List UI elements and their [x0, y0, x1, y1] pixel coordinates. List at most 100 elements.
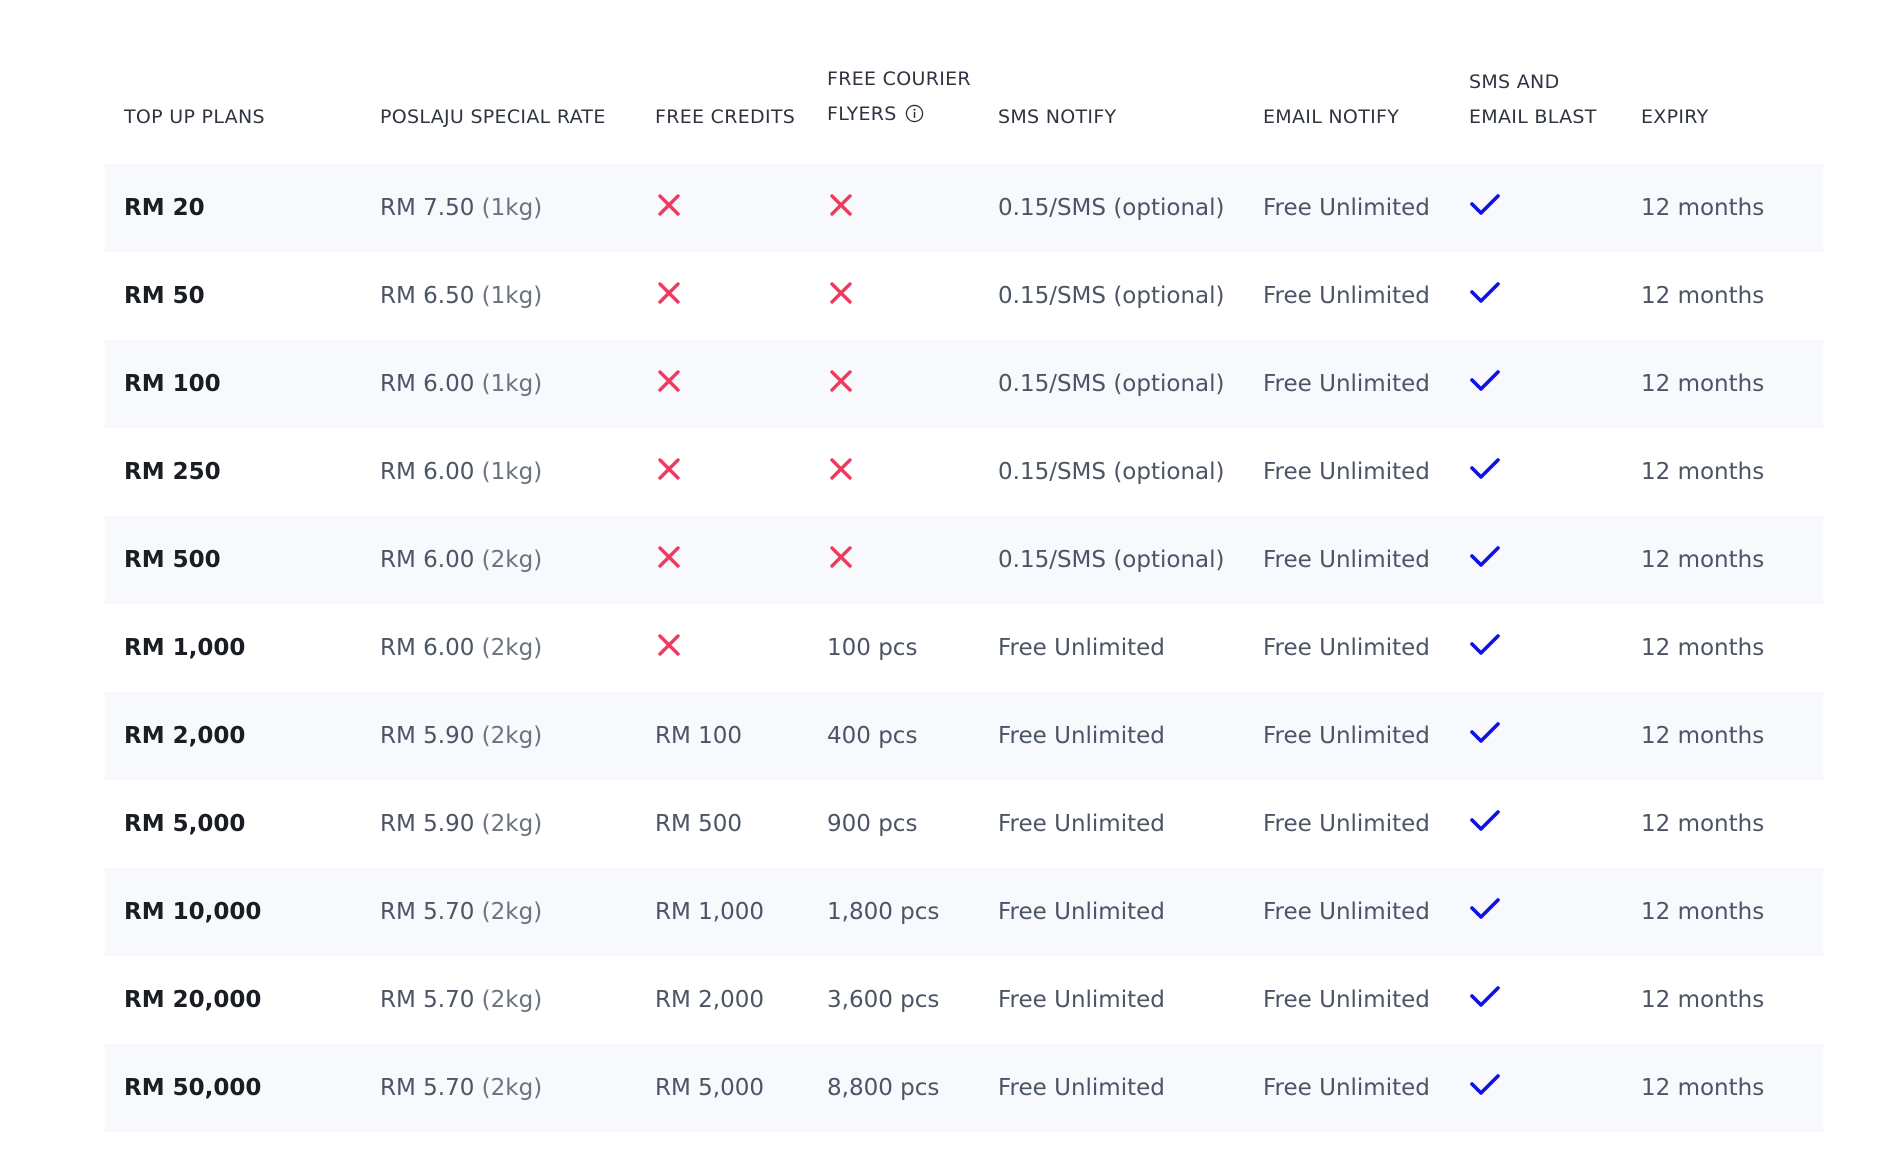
expiry-cell: 12 months: [1641, 811, 1765, 837]
sms-notify-cell: Free Unlimited: [998, 723, 1165, 749]
free-credits-cell: RM 1,000: [655, 899, 764, 925]
plan-cell: RM 100: [124, 371, 221, 397]
check-icon: [1469, 279, 1501, 313]
email-notify-cell: Free Unlimited: [1263, 635, 1430, 661]
blast-cell: [1450, 279, 1622, 313]
rate-value: RM 5.70: [380, 987, 475, 1013]
rate-value: RM 6.00: [380, 371, 475, 397]
check-icon: [1469, 983, 1501, 1017]
sms-notify-cell: Free Unlimited: [998, 1075, 1165, 1101]
check-icon: [1469, 455, 1501, 489]
rate-cell: RM 5.70 (2kg): [361, 987, 636, 1013]
email-notify-cell: Free Unlimited: [1263, 195, 1430, 221]
blast-cell: [1450, 719, 1622, 753]
header-sms-and-email-blast-line2: EMAIL BLAST: [1469, 106, 1597, 128]
free-credits-cell: RM 2,000: [655, 987, 764, 1013]
blast-cell: [1450, 631, 1622, 665]
email-notify-cell: Free Unlimited: [1263, 459, 1430, 485]
expiry-cell: 12 months: [1641, 723, 1765, 749]
free-flyers-cell: 3,600 pcs: [827, 987, 940, 1013]
plan-cell: RM 1,000: [124, 635, 246, 661]
rate-weight: (1kg): [481, 195, 543, 221]
plan-cell: RM 20: [124, 195, 205, 221]
rate-cell: RM 7.50 (1kg): [361, 195, 636, 221]
table-row: RM 20 RM 7.50 (1kg) 0.15/SMS (optional) Fre…: [105, 164, 1823, 252]
expiry-cell: 12 months: [1641, 987, 1765, 1013]
expiry-cell: 12 months: [1641, 459, 1765, 485]
cross-icon: [655, 367, 683, 401]
free-credits-cell: [636, 543, 808, 577]
email-notify-cell: Free Unlimited: [1263, 371, 1430, 397]
check-icon: [1469, 631, 1501, 665]
free-credits-cell: RM 500: [655, 811, 743, 837]
sms-notify-cell: 0.15/SMS (optional): [998, 195, 1225, 221]
plan-cell: RM 250: [124, 459, 221, 485]
rate-weight: (2kg): [481, 811, 543, 837]
plan-cell: RM 50: [124, 283, 205, 309]
rate-weight: (2kg): [481, 547, 543, 573]
rate-weight: (2kg): [481, 723, 543, 749]
sms-notify-cell: 0.15/SMS (optional): [998, 547, 1225, 573]
blast-cell: [1450, 543, 1622, 577]
email-notify-cell: Free Unlimited: [1263, 1075, 1430, 1101]
email-notify-cell: Free Unlimited: [1263, 283, 1430, 309]
rate-value: RM 5.70: [380, 899, 475, 925]
email-notify-cell: Free Unlimited: [1263, 547, 1430, 573]
rate-value: RM 5.90: [380, 811, 475, 837]
plan-cell: RM 5,000: [124, 811, 246, 837]
free-flyers-cell: 8,800 pcs: [827, 1075, 940, 1101]
table-row: RM 5,000 RM 5.90 (2kg) RM 500 900 pcs Free U…: [105, 780, 1823, 868]
header-free-courier-flyers-line2: FLYERS: [827, 103, 897, 125]
cross-icon: [827, 367, 855, 401]
blast-cell: [1450, 895, 1622, 929]
blast-cell: [1450, 367, 1622, 401]
header-sms-and-email-blast: SMS AND EMAIL BLAST: [1450, 65, 1622, 135]
free-credits-cell: [636, 279, 808, 313]
cross-icon: [827, 543, 855, 577]
free-flyers-cell: 400 pcs: [827, 723, 918, 749]
check-icon: [1469, 807, 1501, 841]
header-free-credits: FREE CREDITS: [655, 106, 796, 128]
sms-notify-cell: 0.15/SMS (optional): [998, 459, 1225, 485]
rate-weight: (2kg): [481, 899, 543, 925]
rate-value: RM 6.00: [380, 459, 475, 485]
sms-notify-cell: 0.15/SMS (optional): [998, 283, 1225, 309]
header-free-courier-flyers-line1: FREE COURIER: [827, 68, 971, 90]
rate-weight: (2kg): [481, 635, 543, 661]
sms-notify-cell: Free Unlimited: [998, 811, 1165, 837]
rate-cell: RM 5.70 (2kg): [361, 1075, 636, 1101]
rate-cell: RM 5.90 (2kg): [361, 811, 636, 837]
cross-icon: [655, 455, 683, 489]
check-icon: [1469, 1071, 1501, 1105]
free-flyers-cell: [808, 455, 979, 489]
cross-icon: [827, 191, 855, 225]
cross-icon: [827, 455, 855, 489]
header-sms-notify: SMS NOTIFY: [998, 106, 1117, 128]
rate-cell: RM 5.90 (2kg): [361, 723, 636, 749]
sms-notify-cell: Free Unlimited: [998, 899, 1165, 925]
email-notify-cell: Free Unlimited: [1263, 723, 1430, 749]
header-top-up-plans: TOP UP PLANS: [124, 106, 265, 128]
rate-value: RM 5.70: [380, 1075, 475, 1101]
sms-notify-cell: Free Unlimited: [998, 987, 1165, 1013]
plan-cell: RM 500: [124, 547, 221, 573]
table-row: RM 500 RM 6.00 (2kg) 0.15/SMS (optional) Fr…: [105, 516, 1823, 604]
check-icon: [1469, 367, 1501, 401]
table-row: RM 1,000 RM 6.00 (2kg) 100 pcs Free Unlimit…: [105, 604, 1823, 692]
cross-icon: [655, 631, 683, 665]
header-free-courier-flyers: FREE COURIER FLYERS: [808, 62, 979, 135]
check-icon: [1469, 191, 1501, 225]
table-row: RM 50,000 RM 5.70 (2kg) RM 5,000 8,800 pcs F…: [105, 1044, 1823, 1132]
table-row: RM 250 RM 6.00 (1kg) 0.15/SMS (optional) Fr…: [105, 428, 1823, 516]
free-credits-cell: [636, 191, 808, 225]
rate-value: RM 5.90: [380, 723, 475, 749]
plan-cell: RM 50,000: [124, 1075, 262, 1101]
plan-cell: RM 2,000: [124, 723, 246, 749]
rate-value: RM 6.00: [380, 635, 475, 661]
rate-cell: RM 6.00 (1kg): [361, 371, 636, 397]
rate-cell: RM 5.70 (2kg): [361, 899, 636, 925]
check-icon: [1469, 719, 1501, 753]
info-circle-icon[interactable]: [905, 100, 924, 135]
cross-icon: [655, 279, 683, 313]
rate-cell: RM 6.00 (1kg): [361, 459, 636, 485]
